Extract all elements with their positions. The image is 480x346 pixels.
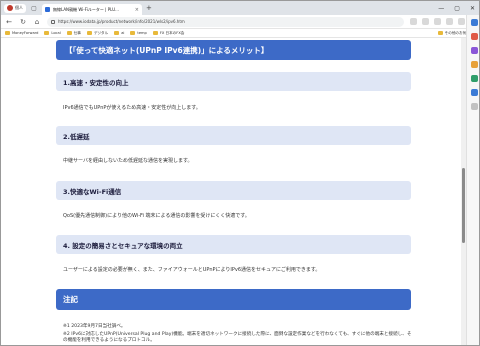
shopping-icon[interactable] bbox=[470, 33, 478, 40]
profile-button[interactable]: 個人 bbox=[4, 3, 26, 13]
workspaces-icon[interactable]: ▢ bbox=[30, 4, 38, 12]
refresh-icon[interactable]: ↻ bbox=[19, 18, 27, 26]
back-icon[interactable]: ← bbox=[5, 18, 13, 26]
close-tab-icon[interactable]: × bbox=[135, 7, 139, 13]
folder-icon bbox=[66, 31, 72, 35]
section-text: 中継サーバを経由しないため低遅延な通信を実現します。 bbox=[63, 158, 193, 164]
tab-active[interactable]: 無線LAN親機 Wi-Fiルーター | PLU... × bbox=[42, 4, 142, 15]
favorites-icon[interactable] bbox=[422, 18, 429, 25]
folder-icon bbox=[86, 31, 92, 35]
section-text: QoS(優先通信制御)により他のWi-Fi 端末による通信の影響を受けにくく快適… bbox=[63, 213, 250, 219]
section-heading: 4. 設定の簡易さとセキュアな環境の両立 bbox=[56, 235, 411, 254]
bookmark-item[interactable]: temp bbox=[130, 31, 147, 35]
bookmark-label: デジタル bbox=[93, 30, 109, 35]
note-item: ※2 IPv6に対応したUPnP(Universal Plug and Play… bbox=[63, 332, 412, 343]
tab-strip: 個人 ▢ 無線LAN親機 Wi-Fiルーター | PLU... × + — ▢ … bbox=[1, 1, 479, 15]
lock-icon bbox=[51, 19, 55, 24]
site-favicon-icon bbox=[45, 7, 50, 12]
section-text: IPv6通信でもUPnPが使えるため高速・安定性が向上します。 bbox=[63, 105, 201, 111]
bookmark-item[interactable]: デジタル bbox=[86, 30, 109, 36]
section-text: ユーザーによる設定の必要が無く、また、ファイアウォールとUPnPによりIPv6通… bbox=[63, 267, 321, 273]
home-icon[interactable]: ⌂ bbox=[33, 18, 41, 26]
toolbar: ← ↻ ⌂ https://www.iodata.jp/product/netw… bbox=[1, 15, 479, 29]
collections-icon[interactable] bbox=[434, 18, 441, 25]
maximize-icon[interactable]: ▢ bbox=[454, 5, 460, 12]
add-sidebar-icon[interactable] bbox=[470, 103, 478, 110]
section-heading: 3.快適なWi-Fi通信 bbox=[56, 181, 411, 200]
new-tab-button[interactable]: + bbox=[146, 4, 152, 12]
profile-label: 個人 bbox=[15, 5, 23, 10]
folder-icon bbox=[152, 31, 158, 35]
folder-icon bbox=[114, 31, 120, 35]
avatar bbox=[7, 5, 13, 11]
edge-sidebar bbox=[466, 15, 479, 345]
minimize-icon[interactable]: — bbox=[438, 5, 444, 12]
bookmark-item[interactable]: ai bbox=[114, 31, 124, 35]
folder-icon bbox=[130, 31, 136, 35]
tab-title: 無線LAN親機 Wi-Fiルーター | PLU... bbox=[53, 6, 119, 12]
bookmark-item[interactable]: MoneyForward bbox=[5, 31, 38, 35]
browser-window: 個人 ▢ 無線LAN親機 Wi-Fiルーター | PLU... × + — ▢ … bbox=[0, 0, 480, 346]
outlook-icon[interactable] bbox=[470, 89, 478, 96]
bookmark-label: MoneyForward bbox=[12, 31, 39, 35]
bookmark-label: FX 日本のFX会 bbox=[159, 30, 185, 35]
close-window-icon[interactable]: ✕ bbox=[470, 5, 475, 12]
copilot-sidebar-icon[interactable] bbox=[470, 19, 478, 26]
folder-icon bbox=[5, 31, 10, 35]
address-bar[interactable]: https://www.iodata.jp/product/network/in… bbox=[47, 16, 404, 27]
bookmark-label: 仕事 bbox=[73, 30, 81, 35]
bookmarks-bar: MoneyForward Local 仕事 デジタル ai temp FX 日本… bbox=[1, 29, 479, 38]
section-heading: 2.低遅延 bbox=[56, 126, 411, 145]
bookmark-label: Local bbox=[51, 31, 61, 35]
downloads-icon[interactable] bbox=[446, 18, 453, 25]
page-content: 【「使って快適ネット(UPnP IPv6連携)」によるメリット】 1.高速・安定… bbox=[1, 38, 461, 345]
bookmark-label: ai bbox=[121, 31, 125, 35]
note-item: ※1 2023年9月7日当社調べ。 bbox=[63, 324, 126, 329]
games-icon[interactable] bbox=[470, 61, 478, 68]
scrollbar-thumb[interactable] bbox=[462, 168, 465, 243]
bookmark-label: temp bbox=[137, 31, 147, 35]
folder-icon bbox=[437, 31, 443, 35]
tools-icon[interactable] bbox=[470, 47, 478, 54]
folder-icon bbox=[44, 31, 50, 35]
page-title: 【「使って快適ネット(UPnP IPv6連携)」によるメリット】 bbox=[56, 40, 411, 60]
notes-heading: 注記 bbox=[56, 289, 411, 310]
bookmark-item[interactable]: FX 日本のFX会 bbox=[152, 30, 185, 36]
extensions-icon[interactable] bbox=[410, 18, 417, 25]
section-heading: 1.高速・安定性の向上 bbox=[56, 72, 411, 91]
office-icon[interactable] bbox=[470, 75, 478, 82]
bookmark-item[interactable]: Local bbox=[44, 31, 61, 35]
bookmark-item[interactable]: 仕事 bbox=[66, 30, 81, 36]
address-url: https://www.iodata.jp/product/network/in… bbox=[58, 19, 185, 24]
more-icon[interactable] bbox=[458, 18, 465, 25]
